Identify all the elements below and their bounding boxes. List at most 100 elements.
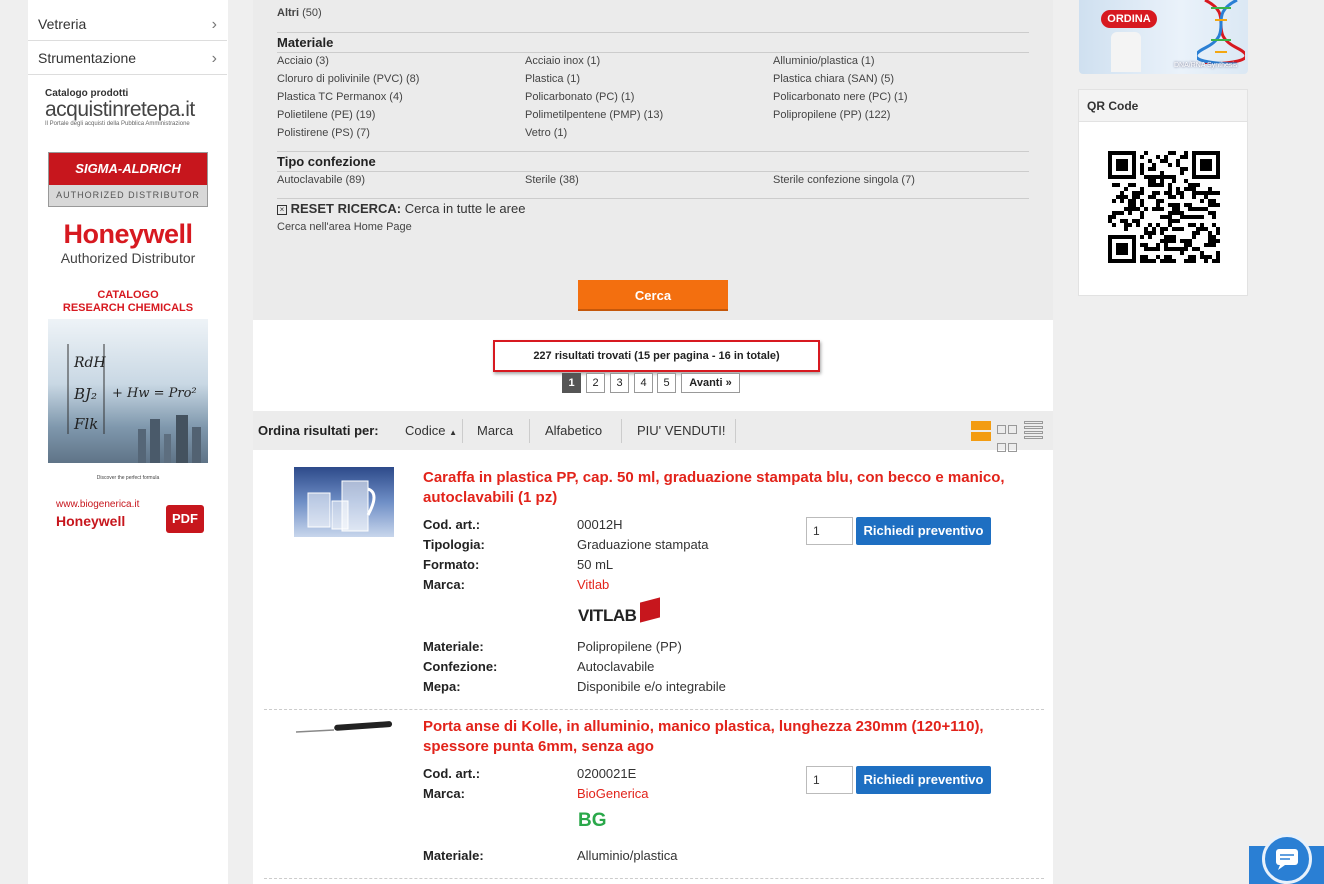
page-3-button[interactable]: 3 bbox=[610, 373, 629, 393]
banner-caption: DNA/RNA Synthesis bbox=[1174, 62, 1238, 69]
field-value: Polipropilene (PP) bbox=[577, 639, 682, 654]
honeywell-banner[interactable]: Honeywell Authorized Distributor bbox=[48, 218, 208, 270]
filter-option[interactable]: Cloruro di polivinile (PVC) (8) bbox=[277, 73, 419, 85]
filter-option[interactable]: Polietilene (PE) (19) bbox=[277, 109, 375, 121]
field-label: Mepa: bbox=[423, 679, 461, 694]
biogenerica-url: www.biogenerica.it bbox=[56, 499, 140, 510]
order-button[interactable]: ORDINA bbox=[1101, 10, 1157, 28]
field-label: Tipologia: bbox=[423, 537, 485, 552]
list-view-icon[interactable] bbox=[971, 421, 991, 441]
sort-marca[interactable]: Marca bbox=[477, 423, 513, 438]
honeywell-logo: Honeywell bbox=[63, 219, 193, 249]
product-title[interactable]: Porta anse di Kolle, in alluminio, manic… bbox=[423, 717, 1043, 757]
next-page-button[interactable]: Avanti » bbox=[681, 373, 740, 393]
brand-link[interactable]: Vitlab bbox=[577, 577, 609, 592]
field-label: Materiale: bbox=[423, 639, 484, 654]
field-value: Disponibile e/o integrabile bbox=[577, 679, 726, 694]
filter-option[interactable]: Acciaio inox (1) bbox=[525, 55, 600, 67]
search-area-link[interactable]: Cerca nell'area Home Page bbox=[277, 221, 412, 233]
biogenerica-pdf-banner[interactable]: Discover the perfect formula www.biogene… bbox=[48, 475, 208, 538]
sidebar-item-strumentazione[interactable]: Strumentazione › bbox=[28, 42, 227, 75]
filter-option[interactable]: Polistirene (PS) (7) bbox=[277, 127, 370, 139]
page-4-button[interactable]: 4 bbox=[634, 373, 653, 393]
field-value: 00012H bbox=[577, 517, 623, 532]
divider bbox=[277, 171, 1029, 172]
chat-button[interactable] bbox=[1262, 834, 1312, 884]
filter-group-title: Tipo confezione bbox=[277, 154, 376, 169]
pdf-icon: PDF bbox=[166, 505, 204, 533]
product-image[interactable] bbox=[294, 716, 394, 740]
page-2-button[interactable]: 2 bbox=[586, 373, 605, 393]
field-label: Marca: bbox=[423, 577, 465, 592]
request-quote-button[interactable]: Richiedi preventivo bbox=[856, 517, 991, 545]
divider bbox=[277, 198, 1029, 199]
filter-option[interactable]: Acciaio (3) bbox=[277, 55, 329, 67]
filter-count: (50) bbox=[302, 7, 322, 19]
biogenerica-logo[interactable]: BG bbox=[578, 810, 607, 832]
panel-title: QR Code bbox=[1079, 90, 1247, 122]
reset-search-link[interactable]: × RESET RICERCA: Cerca in tutte le aree bbox=[277, 201, 525, 216]
qr-code-panel: QR Code bbox=[1078, 89, 1248, 296]
filter-option[interactable]: Policarbonato nere (PC) (1) bbox=[773, 91, 908, 103]
vitlab-logo[interactable]: VITLAB bbox=[578, 597, 668, 628]
page-1-button[interactable]: 1 bbox=[562, 373, 581, 393]
banner-tagline: Discover the perfect formula bbox=[96, 475, 160, 481]
filter-option[interactable]: Plastica TC Permanox (4) bbox=[277, 91, 403, 103]
brand-logo-mark bbox=[640, 597, 660, 623]
sort-bar: Ordina risultati per: Codice ▲ Marca Alf… bbox=[253, 411, 1053, 452]
field-value: 0200021E bbox=[577, 766, 637, 781]
page-5-button[interactable]: 5 bbox=[657, 373, 676, 393]
field-label: Cod. art.: bbox=[423, 766, 481, 781]
field-label: Confezione: bbox=[423, 659, 498, 674]
filter-option[interactable]: Polipropilene (PP) (122) bbox=[773, 109, 890, 121]
divider bbox=[264, 878, 1044, 879]
filter-label: Altri bbox=[277, 7, 299, 19]
product-title[interactable]: Caraffa in plastica PP, cap. 50 ml, grad… bbox=[423, 468, 1043, 508]
left-sidebar: Vetreria › Strumentazione › Catalogo pro… bbox=[28, 0, 228, 884]
request-quote-button[interactable]: Richiedi preventivo bbox=[856, 766, 991, 794]
svg-text:+ Hw = Pro²: + Hw = Pro² bbox=[112, 386, 197, 401]
field-value: Autoclavabile bbox=[577, 659, 655, 674]
sigma-aldrich-banner[interactable]: SIGMA-ALDRICH AUTHORIZED DISTRIBUTOR bbox=[48, 152, 208, 207]
sidebar-item-vetreria[interactable]: Vetreria › bbox=[28, 8, 227, 41]
grid-view-icon[interactable] bbox=[997, 421, 1017, 452]
field-label: Cod. art.: bbox=[423, 517, 481, 532]
banner-subtitle: Il Portale degli acquisti della Pubblica… bbox=[45, 121, 190, 127]
filter-option[interactable]: Policarbonato (PC) (1) bbox=[525, 91, 634, 103]
jug-illustration bbox=[307, 480, 376, 532]
quantity-input[interactable]: 1 bbox=[806, 517, 853, 545]
quantity-input[interactable]: 1 bbox=[806, 766, 853, 794]
acquistinrete-banner[interactable]: Catalogo prodotti acquistinretepa.it Il … bbox=[45, 88, 215, 136]
filter-option[interactable]: Sterile confezione singola (7) bbox=[773, 174, 915, 186]
filter-option[interactable]: Plastica (1) bbox=[525, 73, 580, 85]
chat-icon bbox=[1276, 849, 1298, 870]
filter-option[interactable]: Polimetilpentene (PMP) (13) bbox=[525, 109, 663, 121]
research-chemicals-catalog-banner[interactable]: CATALOGO RESEARCH CHEMICALS RdH BJ₂ Flk … bbox=[48, 289, 208, 464]
sort-alfabetico[interactable]: Alfabetico bbox=[545, 423, 602, 438]
brand-link[interactable]: BioGenerica bbox=[577, 786, 649, 801]
chevron-right-icon: › bbox=[211, 16, 217, 33]
filter-option[interactable]: Plastica chiara (SAN) (5) bbox=[773, 73, 894, 85]
compact-list-view-icon[interactable] bbox=[1024, 421, 1043, 441]
filter-option[interactable]: Autoclavabile (89) bbox=[277, 174, 365, 186]
sort-piu-venduti[interactable]: PIU' VENDUTI! bbox=[637, 423, 725, 438]
field-label: Materiale: bbox=[423, 848, 484, 863]
sort-codice[interactable]: Codice ▲ bbox=[405, 423, 457, 438]
sigma-logo: SIGMA-ALDRICH bbox=[75, 161, 181, 176]
filter-group-title: Materiale bbox=[277, 35, 334, 50]
filter-option[interactable]: Vetro (1) bbox=[525, 127, 567, 139]
dna-synthesis-banner[interactable]: ORDINA DNA/RNA Synthesis bbox=[1079, 0, 1248, 74]
sort-label: Ordina risultati per: bbox=[258, 423, 379, 438]
divider bbox=[735, 419, 736, 443]
filter-option[interactable]: Alluminio/plastica (1) bbox=[773, 55, 874, 67]
sidebar-item-label: Vetreria bbox=[38, 16, 87, 32]
divider bbox=[264, 709, 1044, 710]
field-value: Alluminio/plastica bbox=[577, 848, 678, 863]
search-button[interactable]: Cerca bbox=[578, 280, 728, 311]
filter-option[interactable]: Sterile (38) bbox=[525, 174, 579, 186]
field-label: Marca: bbox=[423, 786, 465, 801]
product-image[interactable] bbox=[294, 467, 394, 537]
field-value: Graduazione stampata bbox=[577, 537, 709, 552]
filter-altri[interactable]: Altri (50) bbox=[277, 7, 322, 19]
divider bbox=[462, 419, 463, 443]
